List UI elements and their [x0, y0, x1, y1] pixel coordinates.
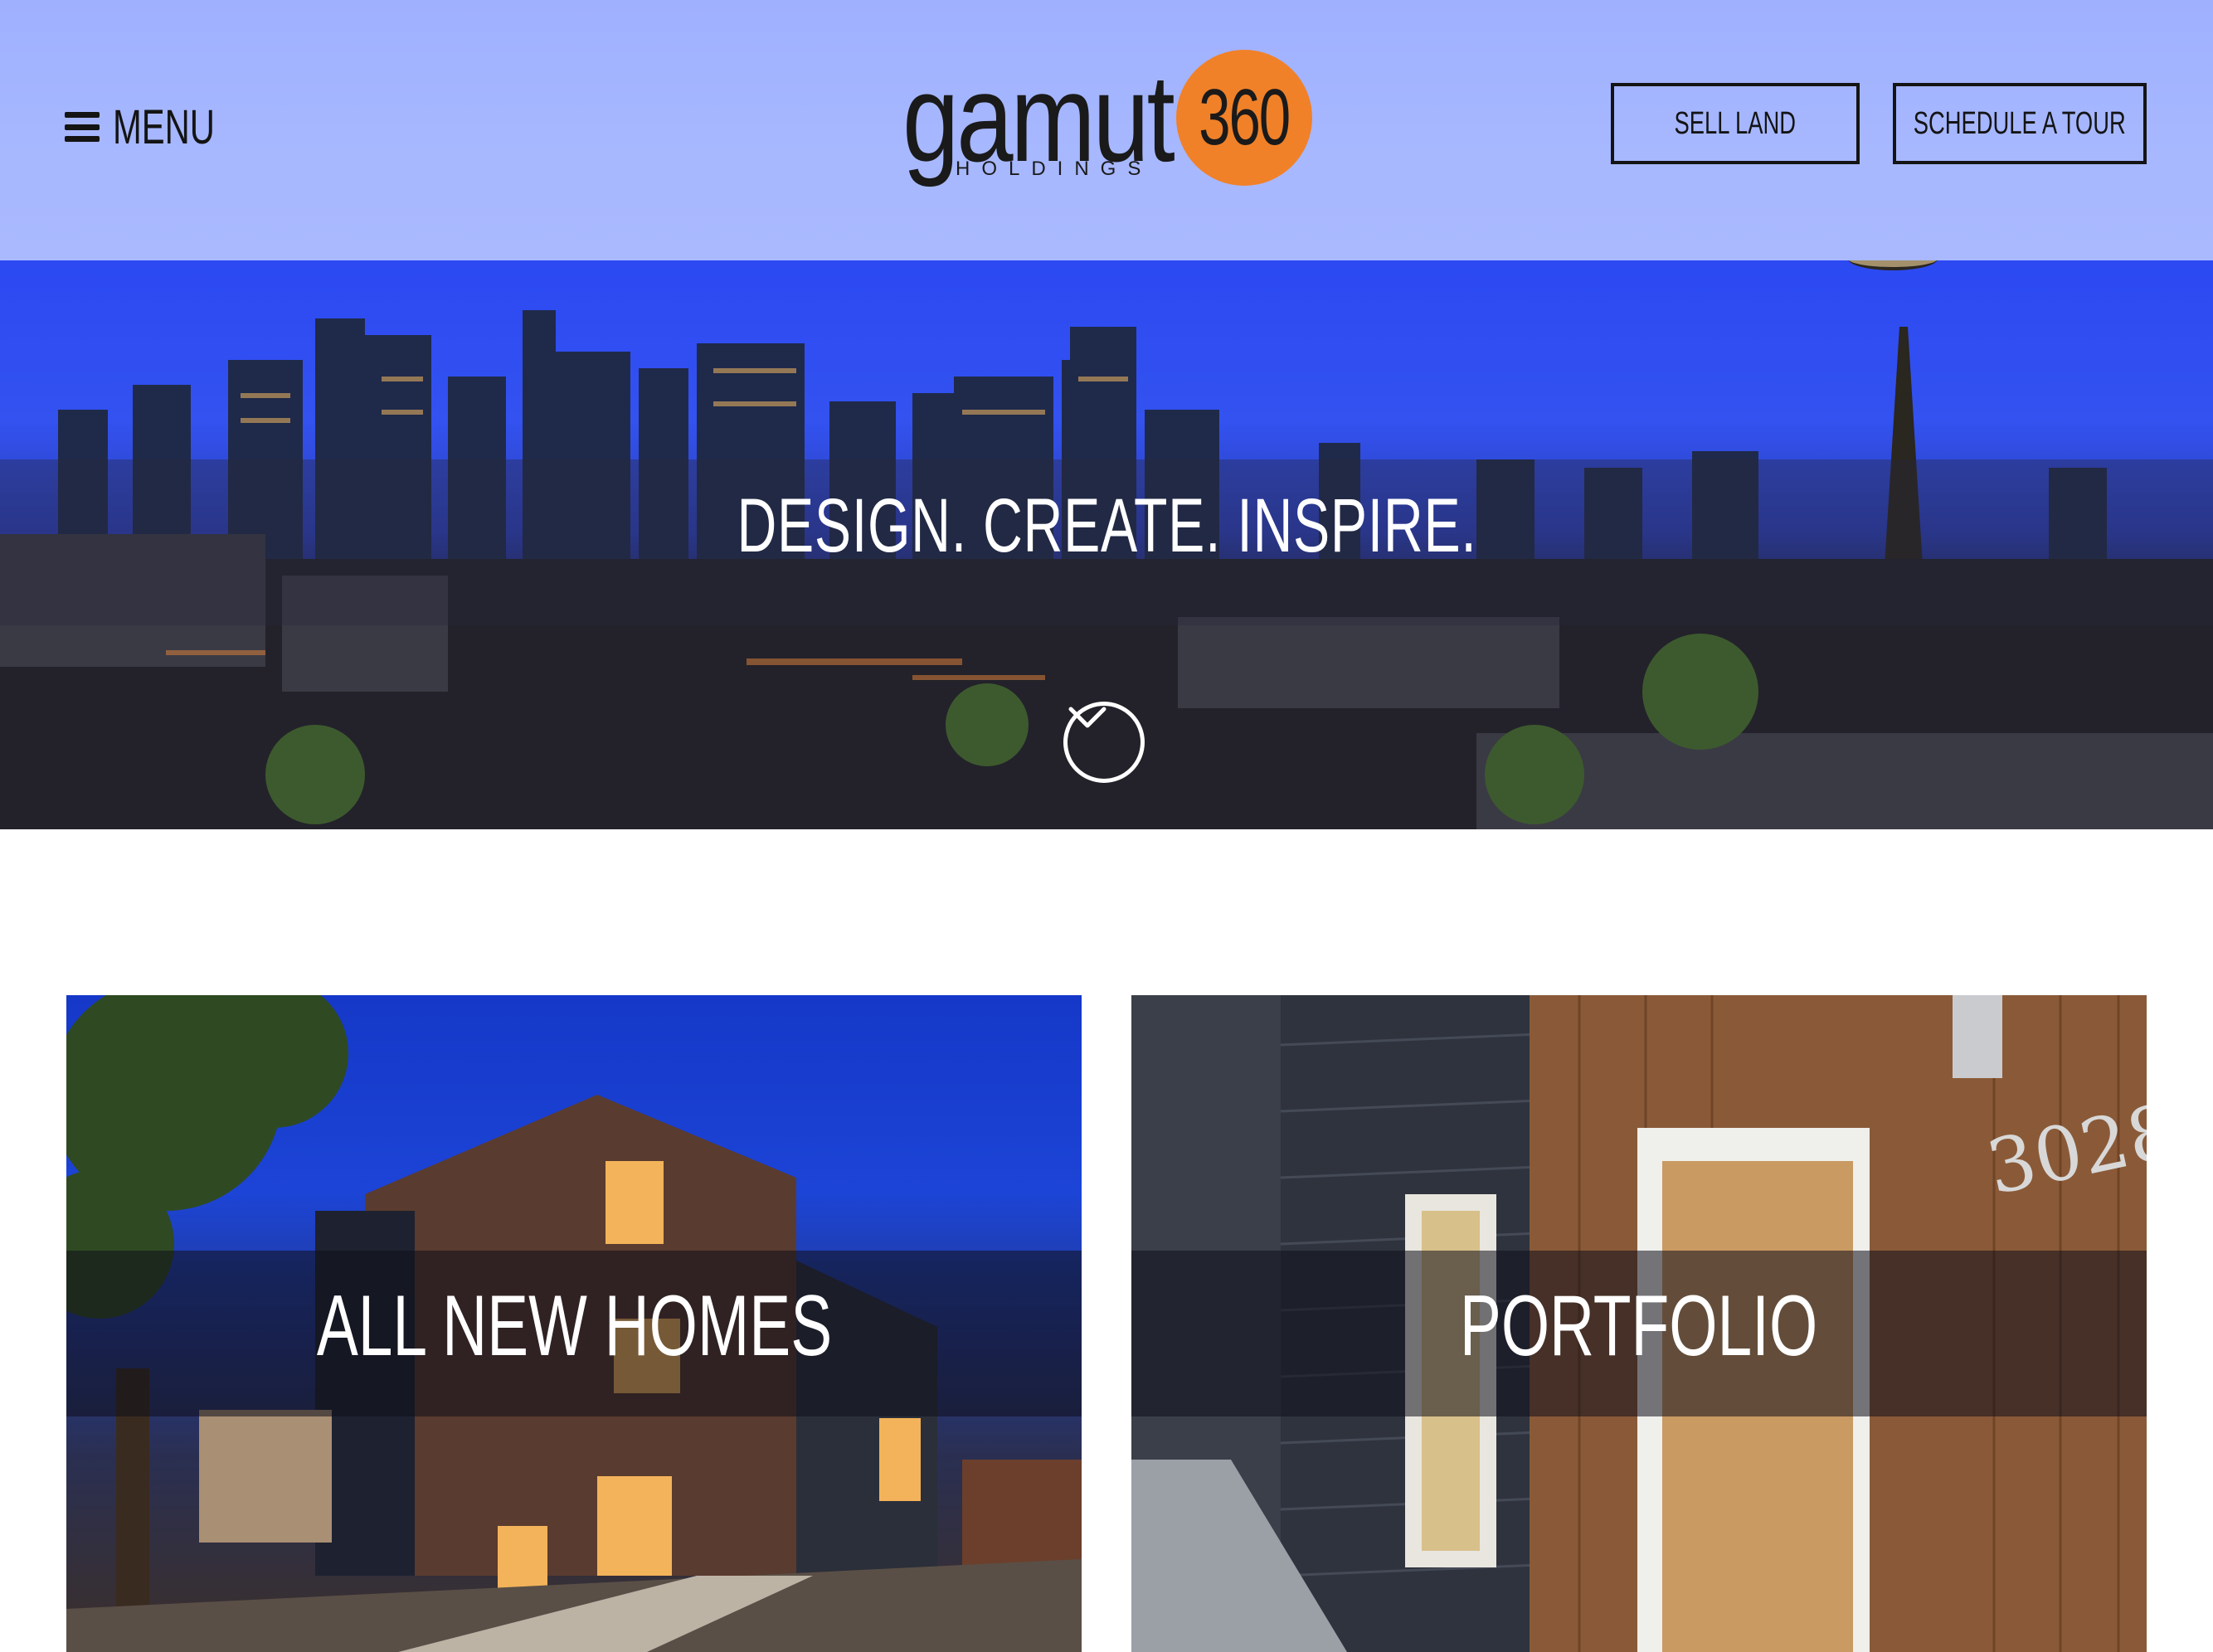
- gamut360-logo[interactable]: gamut 360 HOLDINGS: [902, 43, 1317, 192]
- hero-banner: DESIGN. CREATE. INSPIRE.: [0, 260, 2213, 829]
- schedule-tour-button[interactable]: SCHEDULE A TOUR: [1893, 83, 2147, 164]
- chevron-down-circle-icon[interactable]: [1063, 702, 1145, 783]
- hero-title: DESIGN. CREATE. INSPIRE.: [736, 483, 1477, 568]
- menu-label: MENU: [113, 100, 215, 154]
- logo-number: 360: [1199, 73, 1291, 162]
- menu-button[interactable]: MENU: [65, 98, 255, 156]
- logo-subtitle: HOLDINGS: [956, 158, 1153, 180]
- all-new-homes-label: ALL NEW HOMES: [316, 1278, 832, 1374]
- portfolio-label: PORTFOLIO: [1460, 1278, 1818, 1374]
- hamburger-icon: [65, 112, 100, 142]
- sell-land-button[interactable]: SELL LAND: [1611, 83, 1860, 164]
- all-new-homes-card[interactable]: ALL NEW HOMES: [66, 995, 1082, 1652]
- site-header: MENU gamut 360 HOLDINGS SELL LAND SCHEDU…: [0, 0, 2213, 260]
- portfolio-card[interactable]: 3028 PORTFOLIO: [1131, 995, 2147, 1652]
